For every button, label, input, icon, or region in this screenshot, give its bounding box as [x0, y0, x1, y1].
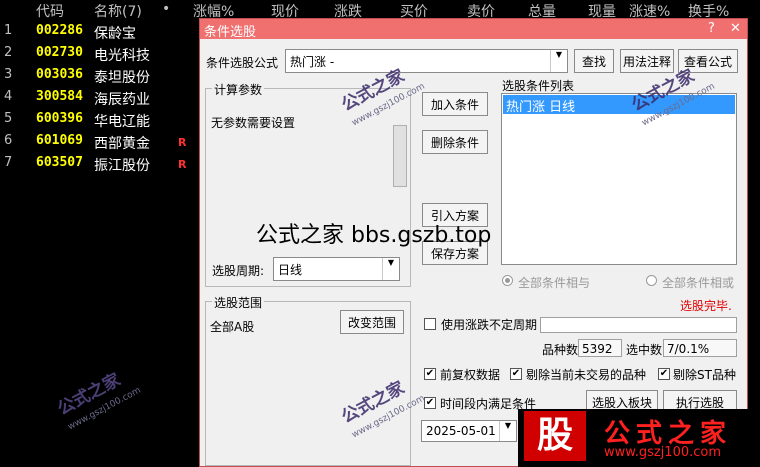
fq-checkbox[interactable]: ✔ [424, 368, 436, 380]
status-text: 选股完毕. [680, 299, 732, 313]
row-number: 3 [4, 67, 13, 82]
chevron-down-icon[interactable]: ▼ [382, 258, 399, 280]
row-number: 1 [4, 23, 13, 38]
close-icon[interactable]: ✕ [730, 21, 741, 36]
table-row[interactable]: 4 300584 海辰药业 [0, 87, 200, 109]
table-row[interactable]: 2 002730 电光科技 [0, 43, 200, 65]
col-name[interactable]: 名称(7) [94, 1, 142, 21]
row-number: 2 [4, 45, 13, 60]
stock-name: 振江股份 [94, 158, 150, 174]
stock-table-header: 代码 名称(7) • 涨幅% 现价 涨跌 买价 卖价 总量 现量 涨速% 换手% [0, 0, 760, 20]
params-scrollbar[interactable] [393, 125, 407, 187]
row-number: 5 [4, 111, 13, 126]
count-field: 5392 [578, 339, 622, 357]
period-label: 选股周期: [212, 264, 265, 278]
col-code[interactable]: 代码 [36, 1, 64, 21]
st-label: 剔除ST品种 [673, 368, 736, 382]
stock-code: 300584 [36, 89, 83, 104]
fq-label: 前复权数据 [440, 368, 501, 382]
stock-code: 003036 [36, 67, 83, 82]
stock-code: 002730 [36, 45, 83, 60]
dialog-title-bar[interactable]: 条件选股 ? ✕ [200, 19, 747, 40]
table-row[interactable]: 6 601069 西部黄金 R [0, 131, 200, 153]
uncertain-period-label: 使用涨跌不定周期 [441, 318, 538, 332]
radio-and[interactable] [502, 275, 513, 286]
logo-banner: 股 公式之家 www.gszj100.com [518, 409, 760, 467]
help-icon[interactable]: ? [708, 21, 715, 36]
stock-code: 603507 [36, 155, 83, 170]
selected-label: 选中数 [626, 343, 663, 357]
row-number: 4 [4, 89, 13, 104]
logo-url: www.gszj100.com [604, 445, 722, 460]
count-label: 品种数 [542, 343, 579, 357]
find-button[interactable]: 查找 [574, 49, 614, 73]
radio-or-label: 全部条件相或 [662, 276, 735, 290]
chevron-down-icon[interactable]: ▼ [550, 50, 567, 72]
uncertain-period-field[interactable] [540, 317, 737, 333]
row-number: 7 [4, 155, 13, 170]
formula-value: 热门涨 - [290, 55, 335, 69]
period-value: 日线 [278, 263, 303, 277]
uncertain-period-checkbox[interactable] [424, 318, 436, 330]
change-range-button[interactable]: 改变范围 [340, 310, 404, 334]
add-condition-button[interactable]: 加入条件 [422, 92, 488, 116]
stock-name: 电光科技 [94, 48, 150, 64]
stock-name: 华电辽能 [94, 114, 150, 130]
stock-name: 保龄宝 [94, 26, 136, 42]
formula-combo[interactable]: 热门涨 - ▼ [285, 49, 568, 73]
exclude-checkbox[interactable]: ✔ [510, 368, 522, 380]
table-row[interactable]: 1 002286 保龄宝 [0, 21, 200, 43]
stock-code: 002286 [36, 23, 83, 38]
chevron-down-icon[interactable]: ▼ [499, 421, 516, 441]
dialog-title: 条件选股 [204, 25, 257, 40]
stock-code: 601069 [36, 133, 83, 148]
col-dot: • [162, 1, 171, 17]
delete-condition-button[interactable]: 删除条件 [422, 130, 488, 154]
formula-label: 条件选股公式 [206, 56, 279, 70]
range-value: 全部A股 [210, 320, 255, 334]
table-row[interactable]: 7 603507 振江股份 R [0, 153, 200, 175]
watermark-text: 公式之家 bbs.gszb.top [256, 223, 492, 248]
params-group-title: 计算参数 [212, 81, 265, 98]
exclude-label: 剔除当前未交易的品种 [526, 368, 647, 382]
date-value: 2025-05-01 [426, 424, 496, 438]
stock-name: 泰坦股份 [94, 70, 150, 86]
stock-flag: R [178, 136, 187, 149]
params-group: 计算参数 无参数需要设置 选股周期: 日线 ▼ [205, 81, 411, 287]
selected-field: 7/0.1% [663, 339, 737, 357]
usage-notes-button[interactable]: 用法注释 [620, 49, 674, 73]
stock-name: 西部黄金 [94, 136, 150, 152]
stock-name: 海辰药业 [94, 92, 150, 108]
table-row[interactable]: 3 003036 泰坦股份 [0, 65, 200, 87]
logo-char: 股 [524, 411, 586, 461]
date-picker[interactable]: 2025-05-01 ▼ [421, 420, 517, 442]
table-row[interactable]: 5 600396 华电辽能 [0, 109, 200, 131]
time-checkbox[interactable]: ✔ [424, 397, 436, 409]
range-group-title: 选股范围 [212, 294, 265, 311]
period-combo[interactable]: 日线 ▼ [273, 257, 400, 281]
stock-code: 600396 [36, 111, 83, 126]
condition-list-title: 选股条件列表 [502, 79, 575, 93]
params-text: 无参数需要设置 [211, 116, 296, 130]
st-checkbox[interactable]: ✔ [658, 368, 670, 380]
stock-flag: R [178, 158, 187, 171]
radio-or[interactable] [646, 275, 657, 286]
radio-and-label: 全部条件相与 [518, 276, 591, 290]
row-number: 6 [4, 133, 13, 148]
condition-list[interactable]: 热门涨 日线 [501, 93, 737, 265]
